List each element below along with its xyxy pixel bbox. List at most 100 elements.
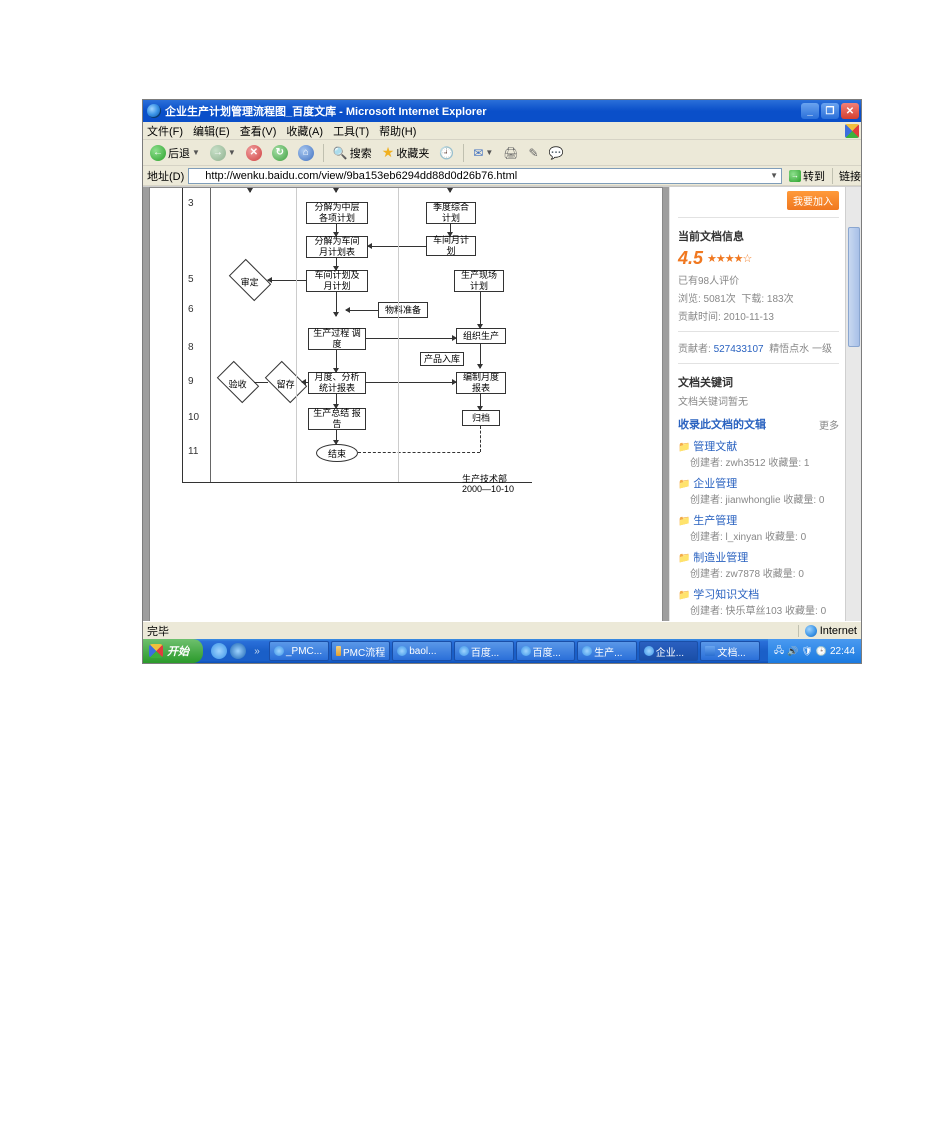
address-field[interactable]: ▼ [188,168,782,184]
arrow [336,258,337,270]
task-button-active[interactable]: 企业... [639,641,699,661]
task-button[interactable]: 文档... [700,641,760,661]
task-label: 企业... [656,644,684,659]
arrow [250,187,251,192]
go-button[interactable]: → 转到 [786,168,828,184]
favorites-button[interactable]: ★ 收藏夹 [379,143,433,163]
mail-button[interactable]: ✉▼ [470,143,496,163]
menu-favorites[interactable]: 收藏(A) [286,123,323,139]
row-num: 6 [188,304,194,315]
word-icon [705,646,715,656]
forward-button[interactable]: → ▼ [207,143,239,163]
task-button[interactable]: PMC流程 [331,641,391,661]
flow-box: 车间计划及 月计划 [306,270,368,292]
tray-icon[interactable]: 🕒 [816,646,827,657]
minimize-button[interactable]: _ [801,103,819,119]
tray-icon[interactable]: 🔊 [787,646,798,657]
close-button[interactable]: ✕ [841,103,859,119]
messenger-icon: 💬 [549,146,564,160]
edit-button[interactable]: ✎ [526,143,542,163]
clock[interactable]: 22:44 [830,646,855,657]
flow-box: 分解为车间 月计划表 [306,236,368,258]
arrow [368,246,426,247]
folder-meta: 创建者: 快乐草丝103 收藏量: 0 [690,602,839,617]
col-divider [296,187,297,482]
menu-edit[interactable]: 编辑(E) [193,123,230,139]
tray-icon[interactable]: 🖧 [774,643,784,659]
security-zone[interactable]: Internet [798,625,857,637]
back-label: 后退 [168,145,190,161]
system-tray[interactable]: 🖧 🔊 🛡 🕒 22:44 [768,639,861,663]
join-button[interactable]: 我要加入 [787,191,839,210]
folder-link[interactable]: 管理文献 [678,438,839,454]
folder-link[interactable]: 制造业管理 [678,549,839,565]
task-button[interactable]: 生产... [577,641,637,661]
messenger-button[interactable]: 💬 [546,143,567,163]
contributor-rank: 精悟点水 一级 [769,344,832,355]
maximize-button[interactable]: ❐ [821,103,839,119]
print-button[interactable]: 🖨 [500,143,521,163]
rating-value: 4.5 [678,248,703,269]
flow-box: 组织生产 [456,328,506,344]
home-icon: ⌂ [298,145,314,161]
task-label: 百度... [471,644,499,659]
contributor-link[interactable]: 527433107 [714,344,764,355]
menu-file[interactable]: 文件(F) [147,123,183,139]
stop-button[interactable]: ✕ [243,143,265,163]
chevron-down-icon: ▼ [485,148,493,157]
scrollbar-thumb[interactable] [848,227,860,347]
ql-desktop-icon[interactable] [211,643,227,659]
task-button[interactable]: baol... [392,641,452,661]
ql-expand-icon[interactable]: » [249,643,265,659]
ql-ie-icon[interactable] [230,643,246,659]
links-label[interactable]: 链接 [832,168,861,184]
history-button[interactable]: 🕘 [436,143,457,163]
task-label: baol... [409,646,436,657]
zone-label: Internet [820,625,857,637]
menu-help[interactable]: 帮助(H) [379,123,416,139]
task-button[interactable]: 百度... [454,641,514,661]
go-icon: → [789,170,801,182]
task-button[interactable]: 百度... [516,641,576,661]
flow-box: 归档 [462,410,500,426]
vertical-scrollbar[interactable] [845,187,861,621]
line [254,382,268,383]
arrow [450,187,451,192]
contributor-label: 贡献者: [678,344,711,355]
back-button[interactable]: ← 后退 ▼ [147,143,203,163]
arrow [336,430,337,444]
folder-link[interactable]: 生产管理 [678,512,839,528]
status-text: 完毕 [147,623,169,639]
flow-end: 结束 [316,444,358,462]
menu-view[interactable]: 查看(V) [240,123,277,139]
edit-icon: ✎ [529,146,539,160]
ie-icon [644,646,654,656]
refresh-button[interactable]: ↻ [269,143,291,163]
search-button[interactable]: 🔍 搜索 [330,143,375,163]
window-titlebar[interactable]: 企业生产计划管理流程图_百度文库 - Microsoft Internet Ex… [143,100,861,122]
tray-icon[interactable]: 🛡 [801,646,812,657]
doc-info-title: 当前文档信息 [678,228,839,244]
document-page[interactable]: 3 5 6 8 9 10 11 分解为中层 各项计划 季 [149,187,663,621]
row-num: 3 [188,198,194,209]
folder-link[interactable]: 学习知识文档 [678,586,839,602]
folder-link[interactable]: 企业管理 [678,475,839,491]
more-link[interactable]: 更多 [819,417,839,432]
menu-tools[interactable]: 工具(T) [333,123,369,139]
ie-icon [459,646,469,656]
ie-icon [582,646,592,656]
folder-icon [336,646,341,656]
home-button[interactable]: ⌂ [295,143,317,163]
task-label: 文档... [717,644,745,659]
print-icon: 🖨 [503,146,518,160]
menubar: 文件(F) 编辑(E) 查看(V) 收藏(A) 工具(T) 帮助(H) [143,122,861,140]
address-input[interactable] [205,170,765,182]
task-button[interactable]: _PMC... [269,641,329,661]
chevron-down-icon[interactable]: ▼ [767,171,781,180]
sidebar: 我要加入 当前文档信息 4.5 ★★★★☆ 已有98人评价 浏览: 5081次 … [669,187,845,621]
flow-box: 物料准备 [378,302,428,318]
task-label: 百度... [533,644,561,659]
col-divider [398,187,399,482]
start-button[interactable]: 开始 [143,639,203,663]
arrow [480,292,481,328]
